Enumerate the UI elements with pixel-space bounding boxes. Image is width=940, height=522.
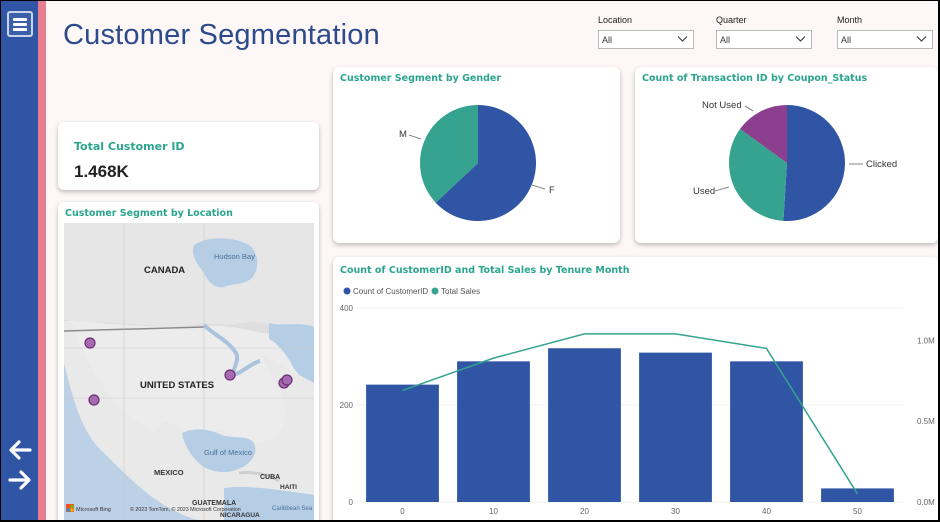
legend-label: Total Sales xyxy=(441,287,480,296)
location-dropdown[interactable]: All xyxy=(598,30,694,49)
gender-pie-chart[interactable] xyxy=(333,67,620,243)
location-point[interactable] xyxy=(84,337,96,349)
bar-count-customerid[interactable] xyxy=(548,348,621,502)
y-left-tick: 200 xyxy=(340,401,354,410)
y-left-tick: 400 xyxy=(340,304,354,313)
x-tick: 20 xyxy=(580,507,589,516)
map-bing-credit: Microsoft Bing xyxy=(76,507,111,513)
y-left-tick: 0 xyxy=(349,498,354,507)
map-label-cuba: CUBA xyxy=(260,474,280,481)
bar-count-customerid[interactable] xyxy=(639,352,712,502)
location-point[interactable] xyxy=(224,369,236,381)
map-label-us: UNITED STATES xyxy=(140,380,214,391)
card-title: Customer Segment by Location xyxy=(65,208,233,219)
location-point[interactable] xyxy=(281,374,293,386)
map-label-mexico: MEXICO xyxy=(154,468,184,477)
x-tick: 30 xyxy=(671,507,680,516)
map-label-guatemala: GUATEMALA xyxy=(192,500,236,507)
quarter-slicer: Quarter All xyxy=(716,15,812,49)
x-tick: 50 xyxy=(853,507,862,516)
slicer-value: All xyxy=(720,35,731,45)
bar-count-customerid[interactable] xyxy=(366,384,439,502)
pie-label-m: M xyxy=(399,129,407,140)
navigation-bar xyxy=(1,1,38,520)
location-slicer: Location All xyxy=(598,15,694,49)
map-label-hudson: Hudson Bay xyxy=(214,252,255,261)
map-label-canada: CANADA xyxy=(144,265,185,276)
pie-slice-clicked[interactable] xyxy=(783,105,846,221)
report-canvas: Customer Segmentation Location All Quart… xyxy=(1,1,938,520)
gender-pie-card[interactable]: Customer Segment by Gender M F xyxy=(333,67,620,243)
location-map[interactable]: CANADA Hudson Bay UNITED STATES Gulf of … xyxy=(64,223,314,520)
map-label-nicaragua: NICARAGUA xyxy=(220,512,260,519)
bar-count-customerid[interactable] xyxy=(730,361,803,502)
pie-label-not-used: Not Used xyxy=(702,100,742,111)
x-tick: 40 xyxy=(762,507,771,516)
map-copyright: © 2023 TomTom, © 2023 Microsoft Corporat… xyxy=(130,506,241,513)
legend-label: Count of CustomerID xyxy=(353,287,428,296)
bar-count-customerid[interactable] xyxy=(457,361,530,502)
month-dropdown[interactable]: All xyxy=(837,30,933,49)
map-label-haiti: HAITI xyxy=(280,484,297,491)
slicer-label: Location xyxy=(598,15,633,25)
page-title: Customer Segmentation xyxy=(63,19,380,51)
kpi-value: 1.468K xyxy=(74,162,129,181)
chevron-down-icon xyxy=(916,36,927,42)
legend-marker xyxy=(343,287,351,295)
kpi-label: Total Customer ID xyxy=(74,140,185,153)
slicer-label: Quarter xyxy=(716,15,747,25)
coupon-status-pie-card[interactable]: Count of Transaction ID by Coupon_Status… xyxy=(635,67,938,243)
tenure-combo-card[interactable]: Count of CustomerID and Total Sales by T… xyxy=(333,257,938,520)
y-right-tick: 0.0M xyxy=(917,498,935,507)
pie-label-f: F xyxy=(549,185,555,196)
pie-label-used: Used xyxy=(693,186,716,197)
map-label-caribbean: Caribbean Sea xyxy=(272,506,313,512)
bar-count-customerid[interactable] xyxy=(821,488,894,502)
location-map-card[interactable]: Customer Segment by Location CANADA Huds… xyxy=(58,202,319,520)
menu-icon[interactable] xyxy=(7,11,33,37)
back-arrow-icon[interactable] xyxy=(6,437,34,463)
quarter-dropdown[interactable]: All xyxy=(716,30,812,49)
y-right-tick: 1.0M xyxy=(917,336,935,345)
slicer-value: All xyxy=(602,35,613,45)
tenure-combo-chart[interactable]: Count of CustomerID Total Sales02004000.0… xyxy=(333,257,938,520)
legend-marker xyxy=(431,287,439,295)
total-customer-kpi-card[interactable]: Total Customer ID 1.468K xyxy=(58,122,319,190)
slicer-label: Month xyxy=(837,15,863,25)
month-slicer: Month All xyxy=(837,15,933,49)
chevron-down-icon xyxy=(795,36,806,42)
slicer-value: All xyxy=(841,35,852,45)
x-tick: 0 xyxy=(400,507,405,516)
forward-arrow-icon[interactable] xyxy=(6,467,34,493)
y-right-tick: 0.5M xyxy=(917,417,935,426)
coupon-status-pie-chart[interactable] xyxy=(635,67,938,243)
chart-legend: Count of CustomerID Total Sales xyxy=(343,287,480,296)
accent-strip xyxy=(38,1,46,520)
location-point[interactable] xyxy=(88,394,100,406)
pie-label-clicked: Clicked xyxy=(866,159,898,170)
chevron-down-icon xyxy=(677,36,688,42)
map-label-gulf: Gulf of Mexico xyxy=(204,448,252,457)
x-tick: 10 xyxy=(489,507,498,516)
